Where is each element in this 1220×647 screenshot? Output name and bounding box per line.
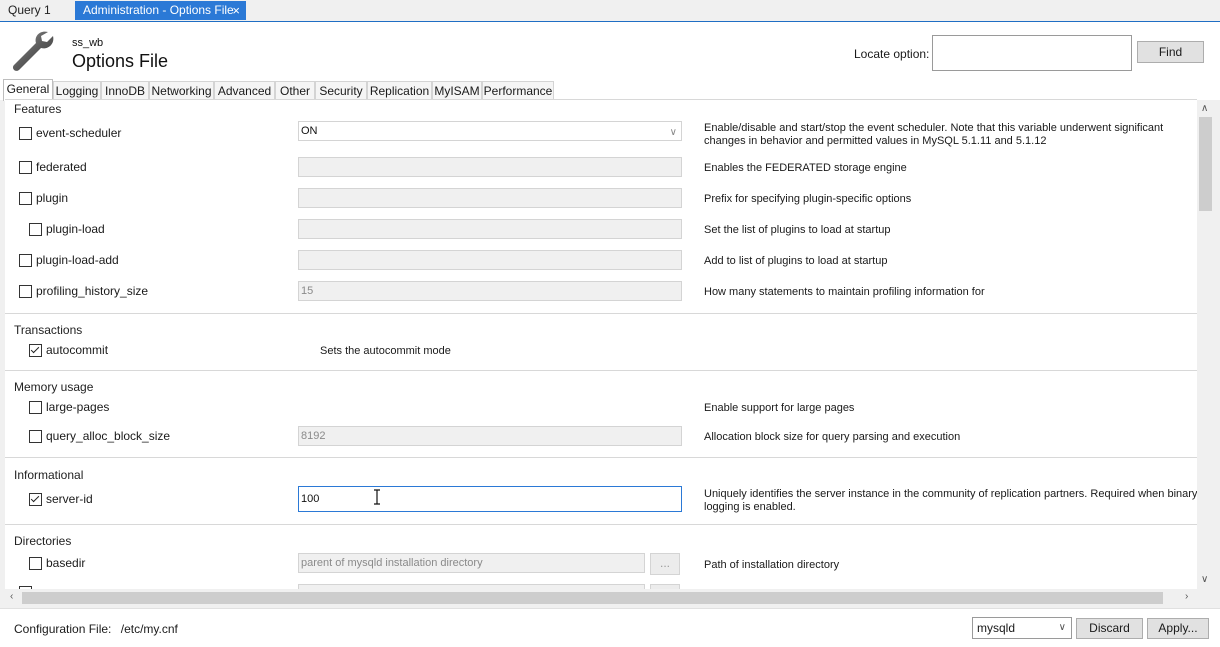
config-file-label: Configuration File: /etc/my.cnf — [14, 622, 178, 636]
profiling-history-size-desc: How many statements to maintain profilin… — [704, 286, 985, 298]
federated-label: federated — [36, 160, 87, 174]
plugin-checkbox[interactable] — [19, 192, 32, 205]
section-title-memory-usage: Memory usage — [14, 380, 94, 394]
category-tab-bar: General Logging InnoDB Networking Advanc… — [0, 79, 1220, 101]
section-title-directories: Directories — [14, 534, 72, 548]
query-alloc-block-size-label: query_alloc_block_size — [46, 429, 171, 443]
query-alloc-block-size-checkbox[interactable] — [29, 430, 42, 443]
tab-myisam[interactable]: MyISAM — [432, 81, 482, 100]
tab-options-file[interactable]: Administration - Options File × — [75, 1, 246, 20]
plugin-load-add-desc: Add to list of plugins to load at startu… — [704, 255, 888, 267]
scroll-down-icon[interactable]: ∨ — [1201, 574, 1208, 585]
basedir-browse-button[interactable]: ... — [650, 553, 680, 575]
tab-security[interactable]: Security — [315, 81, 367, 100]
federated-field[interactable] — [298, 157, 682, 177]
profiling-history-size-field[interactable]: 15 — [298, 281, 682, 301]
plugin-field[interactable] — [298, 188, 682, 208]
profiling-history-size-label: profiling_history_size — [36, 284, 149, 298]
plugin-load-field[interactable] — [298, 219, 682, 239]
section-divider — [5, 313, 1197, 314]
large-pages-checkbox[interactable] — [29, 401, 42, 414]
section-divider — [5, 524, 1197, 525]
tab-innodb[interactable]: InnoDB — [101, 81, 149, 100]
profiling-history-size-checkbox[interactable] — [19, 285, 32, 298]
section-title-transactions: Transactions — [14, 323, 83, 337]
event-scheduler-label: event-scheduler — [36, 126, 122, 140]
config-section-value: mysqld — [977, 621, 1016, 635]
tab-advanced[interactable]: Advanced — [214, 81, 275, 100]
autocommit-label: autocommit — [46, 343, 109, 357]
plugin-load-add-checkbox[interactable] — [19, 254, 32, 267]
chevron-down-icon: ∨ — [1058, 622, 1066, 633]
scroll-right-icon[interactable]: › — [1185, 591, 1188, 602]
footer-bar: Configuration File: /etc/my.cnf mysqld ∨… — [0, 608, 1220, 647]
federated-desc: Enables the FEDERATED storage engine — [704, 162, 907, 174]
scroll-left-icon[interactable]: ‹ — [10, 591, 13, 602]
plugin-load-add-label: plugin-load-add — [36, 253, 119, 267]
discard-button[interactable]: Discard — [1076, 618, 1143, 639]
server-id-input[interactable]: 100 — [298, 486, 682, 512]
page-header: ss_wb Options File Locate option: Find — [0, 22, 1220, 80]
page-title: Options File — [72, 51, 169, 71]
basedir-label: basedir — [46, 556, 86, 570]
tab-other[interactable]: Other — [275, 81, 315, 100]
config-file-caption: Configuration File: — [14, 622, 112, 636]
event-scheduler-checkbox[interactable] — [19, 127, 32, 140]
basedir-desc: Path of installation directory — [704, 559, 840, 571]
event-scheduler-desc: Enable/disable and start/stop the event … — [704, 122, 1164, 147]
plugin-load-desc: Set the list of plugins to load at start… — [704, 224, 891, 236]
plugin-desc: Prefix for specifying plugin-specific op… — [704, 193, 912, 205]
server-id-desc: Uniquely identifies the server instance … — [704, 488, 1197, 513]
scroll-up-icon[interactable]: ∧ — [1201, 103, 1208, 114]
text-cursor-icon — [374, 489, 380, 505]
basedir-field[interactable]: parent of mysqld installation directory — [298, 553, 645, 573]
autocommit-checkbox[interactable] — [29, 344, 42, 357]
locate-option-input[interactable] — [932, 35, 1132, 71]
apply-button[interactable]: Apply... — [1147, 618, 1209, 639]
find-button[interactable]: Find — [1137, 41, 1204, 63]
section-divider — [5, 370, 1197, 371]
connection-name: ss_wb — [72, 37, 104, 49]
event-scheduler-value: ON — [301, 125, 318, 137]
tab-replication[interactable]: Replication — [367, 81, 432, 100]
config-section-select[interactable]: mysqld ∨ — [972, 617, 1072, 639]
server-id-checkbox[interactable] — [29, 493, 42, 506]
vertical-scrollbar-thumb[interactable] — [1199, 117, 1212, 211]
event-scheduler-select[interactable]: ON ∨ — [298, 121, 682, 141]
document-tab-bar: Query 1 Administration - Options File × — [0, 0, 1220, 23]
horizontal-scrollbar-thumb[interactable] — [22, 592, 1163, 604]
chevron-down-icon: ∨ — [669, 127, 677, 138]
tab-query-1[interactable]: Query 1 — [0, 1, 59, 20]
tab-logging[interactable]: Logging — [53, 81, 101, 100]
locate-option-label: Locate option: — [854, 47, 930, 61]
close-icon[interactable]: × — [232, 1, 240, 20]
tab-options-file-label: Administration - Options File — [83, 3, 234, 17]
plugin-label: plugin — [36, 191, 69, 205]
plugin-load-add-field[interactable] — [298, 250, 682, 270]
query-alloc-block-size-field[interactable]: 8192 — [298, 426, 682, 446]
section-title-informational: Informational — [14, 468, 84, 482]
large-pages-label: large-pages — [46, 400, 110, 414]
config-file-path: /etc/my.cnf — [120, 622, 178, 636]
server-id-label: server-id — [46, 492, 93, 506]
plugin-load-checkbox[interactable] — [29, 223, 42, 236]
autocommit-desc: Sets the autocommit mode — [320, 345, 451, 357]
tab-networking[interactable]: Networking — [149, 81, 214, 100]
basedir-checkbox[interactable] — [29, 557, 42, 570]
tab-general[interactable]: General — [3, 79, 53, 101]
section-divider — [5, 457, 1197, 458]
federated-checkbox[interactable] — [19, 161, 32, 174]
section-title-features: Features — [14, 102, 62, 116]
tab-performance[interactable]: Performance — [482, 81, 554, 100]
plugin-load-label: plugin-load — [46, 222, 105, 236]
large-pages-desc: Enable support for large pages — [704, 402, 855, 414]
wrench-icon — [12, 31, 54, 71]
query-alloc-block-size-desc: Allocation block size for query parsing … — [704, 431, 961, 443]
options-panel: Features event-scheduler ON ∨ Enable/dis… — [5, 99, 1197, 590]
